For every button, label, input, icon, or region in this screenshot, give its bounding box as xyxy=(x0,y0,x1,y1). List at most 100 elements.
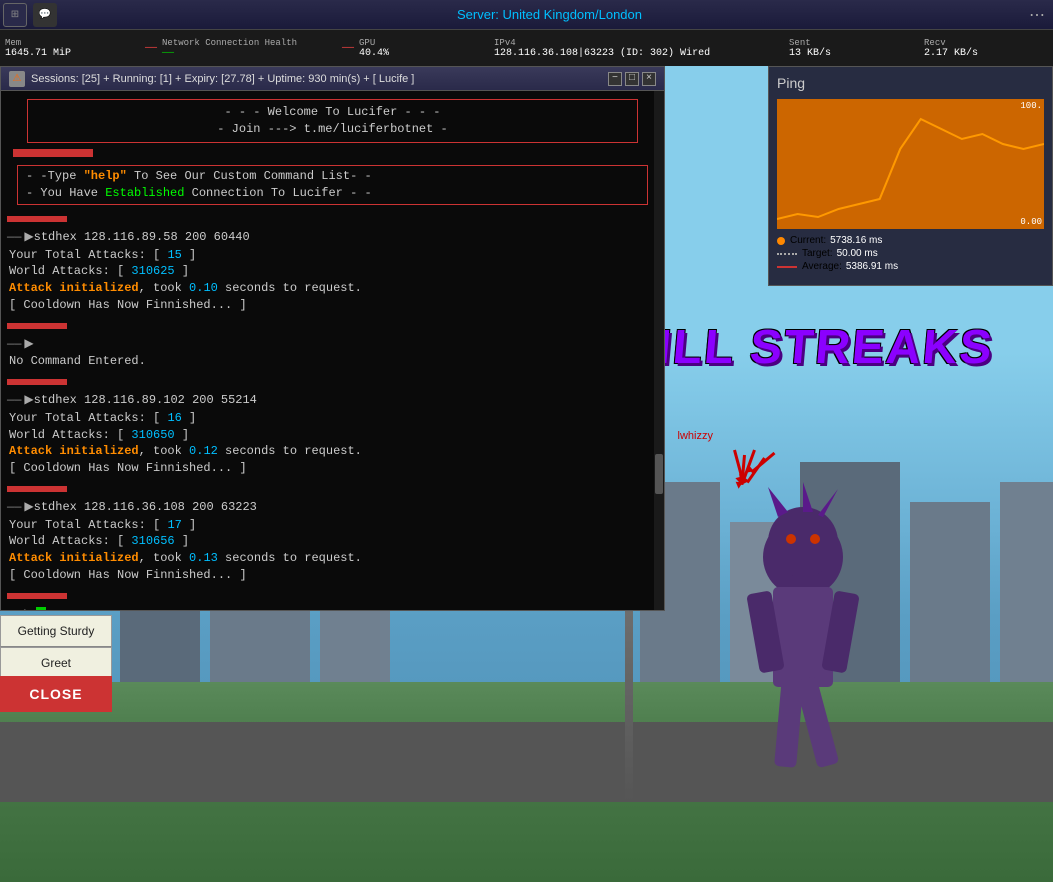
terminal-window: ⚠ Sessions: [25] + Running: [1] + Expiry… xyxy=(0,66,665,611)
ping-average-label: Average: xyxy=(802,261,842,272)
recv-label: Recv xyxy=(924,38,1044,48)
sysmon-bar: Mem 1645.71 MiP —— Network Connection He… xyxy=(0,30,1053,66)
network-value: —— xyxy=(162,48,322,59)
ping-average: Average: 5386.91 ms xyxy=(777,261,1044,272)
ping-current: Current: 5738.16 ms xyxy=(777,235,1044,246)
attacks-3: Your Total Attacks: [ 17 ] xyxy=(9,517,658,534)
current-prompt: —— xyxy=(7,606,21,610)
attacks-2: Your Total Attacks: [ 16 ] xyxy=(9,410,658,427)
ping-scale-bottom: 0.00 xyxy=(1020,217,1042,227)
mem-value: 1645.71 MiP xyxy=(5,48,125,59)
prompt-arrow-3: —— xyxy=(7,499,21,516)
taskbar-window-icon[interactable]: ⊞ xyxy=(3,3,27,27)
cooldown-3: [ Cooldown Has Now Finnished... ] xyxy=(9,567,658,584)
ping-widget-title: Ping xyxy=(777,75,1044,91)
taskbar-title: Server: United Kingdom/London xyxy=(70,7,1029,22)
ping-average-value: 5386.91 ms xyxy=(846,261,898,272)
red-mark-top xyxy=(13,149,93,157)
ping-average-line xyxy=(777,266,797,268)
no-cmd: No Command Entered. xyxy=(9,353,658,370)
welcome-line1: - - - Welcome To Lucifer - - - xyxy=(38,104,627,121)
sysmon-div2: —— xyxy=(342,43,354,54)
init-3: Attack initialized, took 0.13 seconds to… xyxy=(9,550,658,567)
ping-current-dot xyxy=(777,237,785,245)
ping-current-label: Current: xyxy=(790,235,826,246)
ping-legend: Current: 5738.16 ms Target: 50.00 ms Ave… xyxy=(777,235,1044,272)
arrow-empty: ▶ xyxy=(24,336,33,353)
sent-value: 13 KB/s xyxy=(789,48,909,59)
cmd-box: - -Type "help" To See Our Custom Command… xyxy=(17,165,648,205)
sysmon-recv: Recv 2.17 KB/s xyxy=(924,38,1044,59)
ping-target: Target: 50.00 ms xyxy=(777,248,1044,259)
terminal-titlebar: ⚠ Sessions: [25] + Running: [1] + Expiry… xyxy=(1,67,664,91)
terminal-maximize-btn[interactable]: □ xyxy=(625,72,639,86)
game-character xyxy=(703,477,903,802)
ping-target-value: 50.00 ms xyxy=(837,248,878,259)
gpu-label: GPU xyxy=(359,38,479,48)
sysmon-div1: —— xyxy=(145,43,157,54)
ping-current-value: 5738.16 ms xyxy=(830,235,882,246)
cmd-line-3: —— ▶ stdhex 128.116.36.108 200 63223 xyxy=(7,499,658,516)
player-label: lwhizzy xyxy=(678,430,713,442)
cmd-line1: - -Type "help" To See Our Custom Command… xyxy=(26,168,639,185)
red-mark-5 xyxy=(7,593,67,599)
sysmon-gpu: GPU 40.4% xyxy=(359,38,479,59)
cmd-text-3: stdhex 128.116.36.108 200 63223 xyxy=(34,499,257,516)
mem-label: Mem xyxy=(5,38,125,48)
terminal-content[interactable]: - - - Welcome To Lucifer - - - - Join --… xyxy=(1,91,664,610)
current-input-line: —— ▶ xyxy=(7,606,658,610)
cmd-line-empty: —— ▶ xyxy=(7,336,658,353)
established-word: Established xyxy=(105,186,184,200)
cursor-block xyxy=(36,607,46,610)
terminal-close-btn[interactable]: × xyxy=(642,72,656,86)
side-panel: Getting Sturdy Greet xyxy=(0,615,112,679)
red-mark-4 xyxy=(7,486,67,492)
close-button[interactable]: CLOSE xyxy=(0,676,112,712)
ping-target-dash xyxy=(777,253,797,255)
getting-sturdy-button[interactable]: Getting Sturdy xyxy=(0,615,112,647)
taskbar-more-icon[interactable]: ⋯ xyxy=(1029,5,1045,25)
cmd-line-1: —— ▶ stdhex 128.116.89.58 200 60440 xyxy=(7,229,658,246)
terminal-minimize-btn[interactable]: − xyxy=(608,72,622,86)
taskbar-chat-icon[interactable]: 💬 xyxy=(33,3,57,27)
cmd-text-2: stdhex 128.116.89.102 200 55214 xyxy=(34,392,257,409)
sysmon-sent: Sent 13 KB/s xyxy=(789,38,909,59)
arrow-2: ▶ xyxy=(24,392,33,409)
gpu-value: 40.4% xyxy=(359,48,479,59)
ping-graph: 100. 0.00 xyxy=(777,99,1044,229)
cmd-text-1: stdhex 128.116.89.58 200 60440 xyxy=(34,229,250,246)
greet-button[interactable]: Greet xyxy=(0,647,112,679)
red-mark-3 xyxy=(7,379,67,385)
ipv4-value: 128.116.36.108|63223 (ID: 302) Wired xyxy=(494,48,774,59)
cooldown-1: [ Cooldown Has Now Finnished... ] xyxy=(9,297,658,314)
prompt-arrow-2: —— xyxy=(7,392,21,409)
kill-streaks-label: KILL STREAKS xyxy=(618,320,995,375)
prompt-empty: —— xyxy=(7,336,21,353)
red-mark-1 xyxy=(7,216,67,222)
arrow-3: ▶ xyxy=(24,499,33,516)
init-2: Attack initialized, took 0.12 seconds to… xyxy=(9,443,658,460)
init-1: Attack initialized, took 0.10 seconds to… xyxy=(9,280,658,297)
arrow-1: ▶ xyxy=(24,229,33,246)
world-1: World Attacks: [ 310625 ] xyxy=(9,263,658,280)
sent-label: Sent xyxy=(789,38,909,48)
terminal-icon: ⚠ xyxy=(9,71,25,87)
terminal-title: Sessions: [25] + Running: [1] + Expiry: … xyxy=(31,73,605,85)
help-word: "help" xyxy=(84,169,127,183)
prompt-arrow-1: —— xyxy=(7,229,21,246)
cooldown-2: [ Cooldown Has Now Finnished... ] xyxy=(9,460,658,477)
world-2: World Attacks: [ 310650 ] xyxy=(9,427,658,444)
recv-value: 2.17 KB/s xyxy=(924,48,1044,59)
current-arrow: ▶ xyxy=(24,606,33,610)
taskbar: ⊞ 💬 Server: United Kingdom/London ⋯ xyxy=(0,0,1053,30)
sysmon-network: Network Connection Health —— xyxy=(162,38,322,59)
terminal-scrollbar[interactable] xyxy=(654,91,664,610)
attacks-1: Your Total Attacks: [ 15 ] xyxy=(9,247,658,264)
world-3: World Attacks: [ 310656 ] xyxy=(9,533,658,550)
ipv4-label: IPv4 xyxy=(494,38,774,48)
sysmon-mem: Mem 1645.71 MiP xyxy=(5,38,125,59)
sysmon-ipv4: IPv4 128.116.36.108|63223 (ID: 302) Wire… xyxy=(494,38,774,59)
cmd-line-2: —— ▶ stdhex 128.116.89.102 200 55214 xyxy=(7,392,658,409)
ping-target-label: Target: xyxy=(802,248,833,259)
red-mark-2 xyxy=(7,323,67,329)
